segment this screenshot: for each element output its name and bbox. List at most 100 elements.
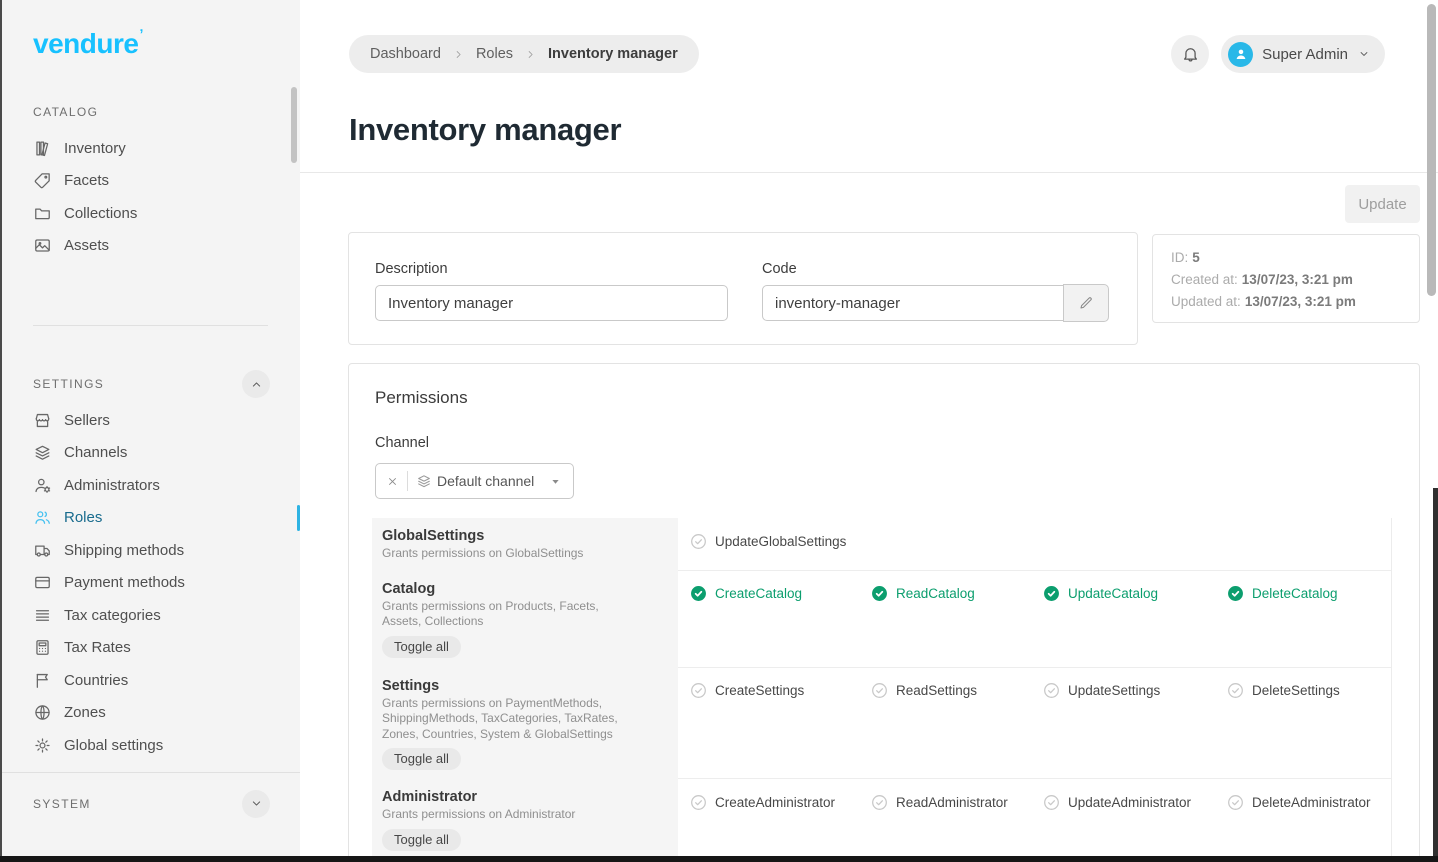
check-circle-icon [689,584,708,603]
select-divider [407,471,408,491]
permission-group-name: Settings [382,677,660,695]
permission-checkbox-updatesettings[interactable]: UpdateSettings [1042,681,1226,701]
permission-checkbox-createsettings[interactable]: CreateSettings [689,681,870,701]
permission-checkboxes: CreateCatalogReadCatalogUpdateCatalogDel… [678,571,1391,668]
permission-checkbox-deleteadministrator[interactable]: DeleteAdministrator [1226,792,1371,812]
sidebar: vendureʼ CATALOG Inventory FacetsCollectio… [0,0,300,862]
edit-code-button[interactable] [1063,284,1109,322]
breadcrumb-item-dashboard[interactable]: Dashboard [370,46,441,62]
entity-info-card: ID:5Created at:13/07/23, 3:21 pmUpdated … [1152,234,1420,323]
user-solid-icon [1233,46,1249,62]
sidebar-item-label: Zones [64,705,106,720]
vendure-logo[interactable]: vendureʼ [33,26,143,60]
main-area: Dashboard Roles Inventory manager Super Ad… [300,0,1438,862]
user-menu[interactable]: Super Admin [1221,35,1385,73]
sidebar-item-tax-rates[interactable]: Tax Rates [0,632,300,665]
permission-checkbox-updateadministrator[interactable]: UpdateAdministrator [1042,792,1226,812]
section-label: CATALOG [33,105,98,119]
sidebar-item-assets[interactable]: Assets [0,230,300,263]
sidebar-item-roles[interactable]: Roles [0,502,300,535]
window-edge-left [0,0,2,862]
role-detail-card: Description Code [348,232,1138,345]
permission-checkbox-deletesettings[interactable]: DeleteSettings [1226,681,1361,701]
meta-value: 13/07/23, 3:21 pm [1242,272,1353,287]
permission-group-description: Grants permissions on GlobalSettings [382,546,634,562]
permission-checkboxes: UpdateGlobalSettings [678,518,1391,571]
permissions-card: Permissions Channel Default channel Glob… [348,363,1420,862]
permission-label: CreateSettings [715,683,804,698]
permission-label: UpdateSettings [1068,683,1160,698]
permission-label: CreateAdministrator [715,795,835,810]
sidebar-scrollbar-thumb[interactable] [291,87,297,163]
sidebar-item-facets[interactable]: Facets [0,165,300,198]
user-name: Super Admin [1262,46,1348,63]
sidebar-item-channels[interactable]: Channels [0,437,300,470]
check-circle-icon [1226,681,1245,700]
toggle-all-button[interactable]: Toggle all [382,748,461,770]
bell-icon [1181,45,1200,64]
sidebar-item-inventory[interactable]: Inventory [0,132,300,165]
permission-checkbox-readsettings[interactable]: ReadSettings [870,681,1042,701]
sidebar-item-payment-methods[interactable]: Payment methods [0,567,300,600]
channel-icon [416,473,432,489]
app-window: vendureʼ CATALOG Inventory FacetsCollectio… [0,0,1438,862]
permissions-title: Permissions [375,388,468,408]
sidebar-item-label: Inventory [64,141,126,156]
sidebar-item-countries[interactable]: Countries [0,664,300,697]
check-circle-icon [870,793,889,812]
update-button[interactable]: Update [1345,185,1420,223]
permission-checkboxes: CreateSettings ReadSettings UpdateSettings… [678,668,1391,780]
channel-select[interactable]: Default channel [375,463,574,499]
list-icon [33,606,52,625]
meta-label: Updated at: [1171,294,1241,309]
remove-channel-button[interactable] [386,475,399,488]
permission-checkbox-readcatalog[interactable]: ReadCatalog [870,584,1042,604]
section-label: SYSTEM [33,797,91,811]
section-label: SETTINGS [33,377,104,391]
sidebar-item-collections[interactable]: Collections [0,197,300,230]
channel-label: Channel [375,435,429,451]
code-input[interactable] [762,285,1064,321]
toggle-all-button[interactable]: Toggle all [382,829,461,851]
breadcrumb-item-roles[interactable]: Roles [476,46,513,62]
check-circle-icon [1226,793,1245,812]
permission-checkbox-createcatalog[interactable]: CreateCatalog [689,584,870,604]
page-content: Update Description Code ID:5Created at:1… [300,173,1438,862]
toggle-all-button[interactable]: Toggle all [382,636,461,658]
permission-checkbox-updatecatalog[interactable]: UpdateCatalog [1042,584,1226,604]
breadcrumb-item-inventory-manager[interactable]: Inventory manager [548,46,678,62]
calculator-icon [33,638,52,657]
x-icon [386,475,399,488]
permission-label: ReadAdministrator [896,795,1008,810]
permission-label: UpdateAdministrator [1068,795,1191,810]
permission-group-row-settings: SettingsGrants permissions on PaymentMet… [349,668,1419,780]
section-collapse-button[interactable] [242,370,270,398]
sidebar-item-administrators[interactable]: Administrators [0,469,300,502]
users-icon [33,508,52,527]
sidebar-nav: CATALOG Inventory FacetsCollectionsAssets S… [0,98,300,824]
notifications-button[interactable] [1171,35,1209,73]
page-title: Inventory manager [349,112,621,148]
permission-label: ReadSettings [896,683,977,698]
sidebar-item-zones[interactable]: Zones [0,697,300,730]
permission-checkbox-deletecatalog[interactable]: DeleteCatalog [1226,584,1361,604]
check-circle-icon [870,681,889,700]
section-collapse-button[interactable] [242,790,270,818]
permission-checkbox-createadministrator[interactable]: CreateAdministrator [689,792,870,812]
sidebar-item-tax-categories[interactable]: Tax categories [0,599,300,632]
sidebar-item-sellers[interactable]: Sellers [0,404,300,437]
check-circle-icon [1042,793,1061,812]
tag-icon [33,171,52,190]
check-circle-icon [1042,584,1061,603]
avatar [1228,42,1253,67]
window-scrollbar-thumb[interactable] [1427,4,1436,296]
sidebar-item-shipping-methods[interactable]: Shipping methods [0,534,300,567]
sidebar-item-label: Tax Rates [64,640,131,655]
permission-checkbox-updateglobalsettings[interactable]: UpdateGlobalSettings [689,531,870,551]
sidebar-item-global-settings[interactable]: Global settings [0,729,300,762]
permission-group-description: Grants permissions on Administrator [382,807,634,823]
meta-value: 5 [1192,250,1200,265]
section-header-settings: SETTINGS [0,370,300,398]
description-input[interactable] [375,285,728,321]
permission-checkbox-readadministrator[interactable]: ReadAdministrator [870,792,1042,812]
